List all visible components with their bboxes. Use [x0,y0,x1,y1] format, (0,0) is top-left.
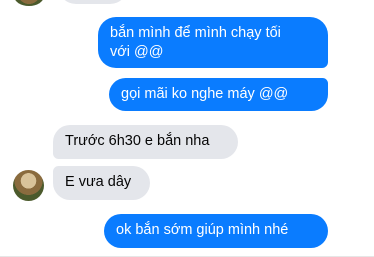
incoming-message-bubble[interactable]: Trước 6h30 e bắn nha [53,125,238,159]
message-line: E vưa dây [65,174,132,190]
message-line: ok bắn sớm giúp mình nhé [116,222,289,238]
previous-message-bubble[interactable] [58,0,128,4]
contact-avatar-top[interactable] [14,0,44,6]
contact-avatar[interactable] [13,170,44,201]
message-line: với @@ [110,44,164,60]
message-line: gọi mãi ko nghe máy @@ [121,86,289,102]
outgoing-message-bubble[interactable]: ok bắn sớm giúp mình nhé [104,214,328,248]
outgoing-message-bubble[interactable]: bắn mình để mình chạy tối với @@ [98,17,328,68]
message-line: bắn mình để mình chạy tối [110,25,281,41]
message-line: Trước 6h30 e bắn nha [65,133,210,149]
incoming-message-bubble[interactable]: E vưa dây [53,166,150,200]
outgoing-message-bubble[interactable]: gọi mãi ko nghe máy @@ [109,78,328,111]
